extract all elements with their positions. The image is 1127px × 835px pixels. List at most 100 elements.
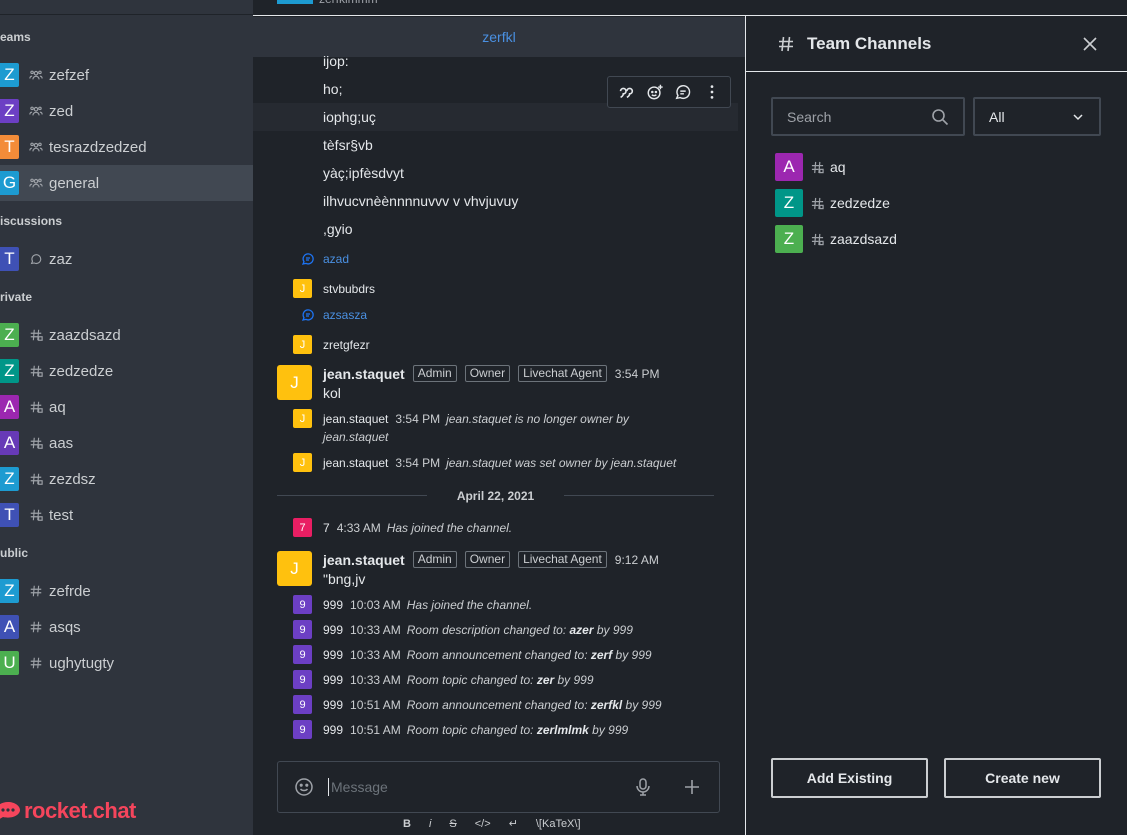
team-icon	[29, 140, 43, 154]
system-message: 9 999 10:51 AM Room topic changed to: ze…	[293, 720, 628, 739]
sidebar-item-label: asqs	[49, 618, 81, 636]
reply-thread-icon[interactable]	[672, 81, 694, 103]
username[interactable]: 999	[323, 623, 343, 637]
sidebar-item-label: ughytugty	[49, 654, 115, 672]
system-text-pre: Room topic changed to:	[406, 672, 537, 687]
avatar: Z	[0, 63, 19, 87]
sidebar-item-zed[interactable]: Z zed	[0, 93, 253, 129]
username[interactable]: 7	[323, 521, 330, 535]
avatar: 9	[293, 720, 312, 739]
sidebar-item-zefrde[interactable]: Z zefrde	[0, 573, 253, 609]
code-button[interactable]: </>	[475, 818, 491, 830]
sidebar-item-zaz[interactable]: T zaz	[0, 241, 253, 277]
date-divider: April 22, 2021	[277, 487, 715, 504]
message-body: kol	[323, 385, 341, 401]
sidebar-item-zedzedze[interactable]: Z zedzedze	[0, 353, 253, 389]
message-text: ho;	[323, 81, 343, 97]
username[interactable]: 999	[323, 698, 343, 712]
close-icon[interactable]	[1081, 35, 1099, 53]
strike-button[interactable]: S	[449, 818, 456, 830]
sidebar-item-zezdsz[interactable]: Z zezdsz	[0, 461, 253, 497]
create-new-button[interactable]: Create new	[944, 758, 1101, 798]
rocketchat-logo[interactable]: rocket.chat	[0, 798, 136, 824]
username[interactable]: jean.staquet	[323, 366, 405, 382]
search-input[interactable]: Search	[771, 97, 965, 136]
katex-button[interactable]: \[KaTeX\]	[536, 818, 581, 830]
username[interactable]: jean.staquet	[323, 412, 388, 426]
thread-name[interactable]: azsasza	[323, 308, 367, 322]
system-text-value: zerfkl	[590, 697, 623, 712]
type-filter-select[interactable]: All	[973, 97, 1101, 136]
role-tag: Livechat Agent	[518, 551, 607, 568]
search-icon	[931, 108, 949, 126]
system-text-post: by 999	[554, 672, 594, 687]
sidebar-item-aas[interactable]: A aas	[0, 425, 253, 461]
thread-link[interactable]: azsasza	[301, 308, 367, 322]
system-text: Has joined the channel.	[386, 520, 513, 535]
kebab-menu-icon[interactable]	[701, 81, 723, 103]
channel-item-zaazdsazd[interactable]: Z zaazdsazd	[775, 225, 897, 253]
lock-hash-icon	[811, 197, 824, 210]
select-value: All	[989, 108, 1005, 125]
channel-name: zedzedze	[830, 195, 890, 211]
message-input[interactable]: Message	[331, 779, 632, 795]
thread-reply-row[interactable]: J zretgfezr	[293, 335, 370, 354]
lock-hash-icon	[29, 364, 43, 378]
sidebar-item-aq[interactable]: A aq	[0, 389, 253, 425]
avatar	[277, 0, 313, 4]
thread-name[interactable]: azad	[323, 252, 349, 266]
sidebar-item-asqs[interactable]: A asqs	[0, 609, 253, 645]
multiline-button[interactable]: ↵	[509, 817, 518, 830]
lock-hash-icon	[29, 436, 43, 450]
role-tag: Owner	[464, 551, 511, 568]
top-bar-text: zerfklmmm	[319, 0, 378, 6]
thread-reply-row[interactable]: J stvbubdrs	[293, 279, 375, 298]
system-message: 9 999 10:03 AM Has joined the channel.	[293, 595, 532, 614]
room-title: zerfkl	[482, 29, 516, 45]
sidebar-item-label: zaz	[49, 250, 73, 268]
avatar: Z	[0, 323, 19, 347]
avatar[interactable]: J	[277, 365, 312, 400]
microphone-icon[interactable]	[632, 776, 654, 798]
logo-text: rocket.chat	[24, 798, 136, 823]
plus-icon[interactable]	[681, 776, 703, 798]
bold-button[interactable]: B	[403, 818, 411, 830]
emoji-icon[interactable]	[294, 777, 314, 797]
sidebar-item-test[interactable]: T test	[0, 497, 253, 533]
system-text: jean.staquet is no longer owner by	[446, 411, 629, 426]
lock-hash-icon	[811, 161, 824, 174]
username[interactable]: 999	[323, 648, 343, 662]
top-bar: zerfklmmm	[253, 0, 1127, 16]
avatar: G	[0, 171, 19, 195]
sidebar-item-label: zezdsz	[49, 470, 96, 488]
sidebar-item-general[interactable]: G general	[0, 165, 253, 201]
username[interactable]: jean.staquet	[323, 552, 405, 568]
role-tag: Owner	[464, 365, 511, 382]
room-header[interactable]: zerfkl	[253, 17, 745, 57]
channel-item-aq[interactable]: A aq	[775, 153, 846, 181]
message-text: ilhvucvnèènnnnuvvv v vhvjuvuy	[323, 193, 519, 209]
message-header: jean.staquet Admin Owner Livechat Agent …	[323, 551, 659, 568]
username[interactable]: 999	[323, 723, 343, 737]
quote-icon[interactable]	[615, 81, 637, 103]
thread-link[interactable]: azad	[301, 252, 349, 266]
avatar[interactable]: J	[277, 551, 312, 586]
system-message: J jean.staquet 3:54 PM jean.staquet is n…	[293, 409, 629, 428]
username[interactable]: 999	[323, 598, 343, 612]
add-reaction-icon[interactable]	[644, 81, 666, 103]
system-text-value: zerf	[590, 647, 613, 662]
add-existing-button[interactable]: Add Existing	[771, 758, 928, 798]
username[interactable]: 999	[323, 673, 343, 687]
system-text: Room announcement changed to: zerfkl by …	[407, 698, 662, 712]
message-time: 10:33 AM	[350, 647, 401, 662]
avatar: T	[0, 503, 19, 527]
italic-button[interactable]: i	[429, 818, 431, 830]
sidebar-item-zefzef[interactable]: Z zefzef	[0, 57, 253, 93]
sidebar-item-tesrazdzedzed[interactable]: T tesrazdzedzed	[0, 129, 253, 165]
channel-item-zedzedze[interactable]: Z zedzedze	[775, 189, 890, 217]
sidebar-item-ughytugty[interactable]: U ughytugty	[0, 645, 253, 681]
username[interactable]: jean.staquet	[323, 456, 388, 470]
avatar: 9	[293, 670, 312, 689]
system-text: jean.staquet	[323, 430, 389, 444]
sidebar-item-zaazdsazd[interactable]: Z zaazdsazd	[0, 317, 253, 353]
